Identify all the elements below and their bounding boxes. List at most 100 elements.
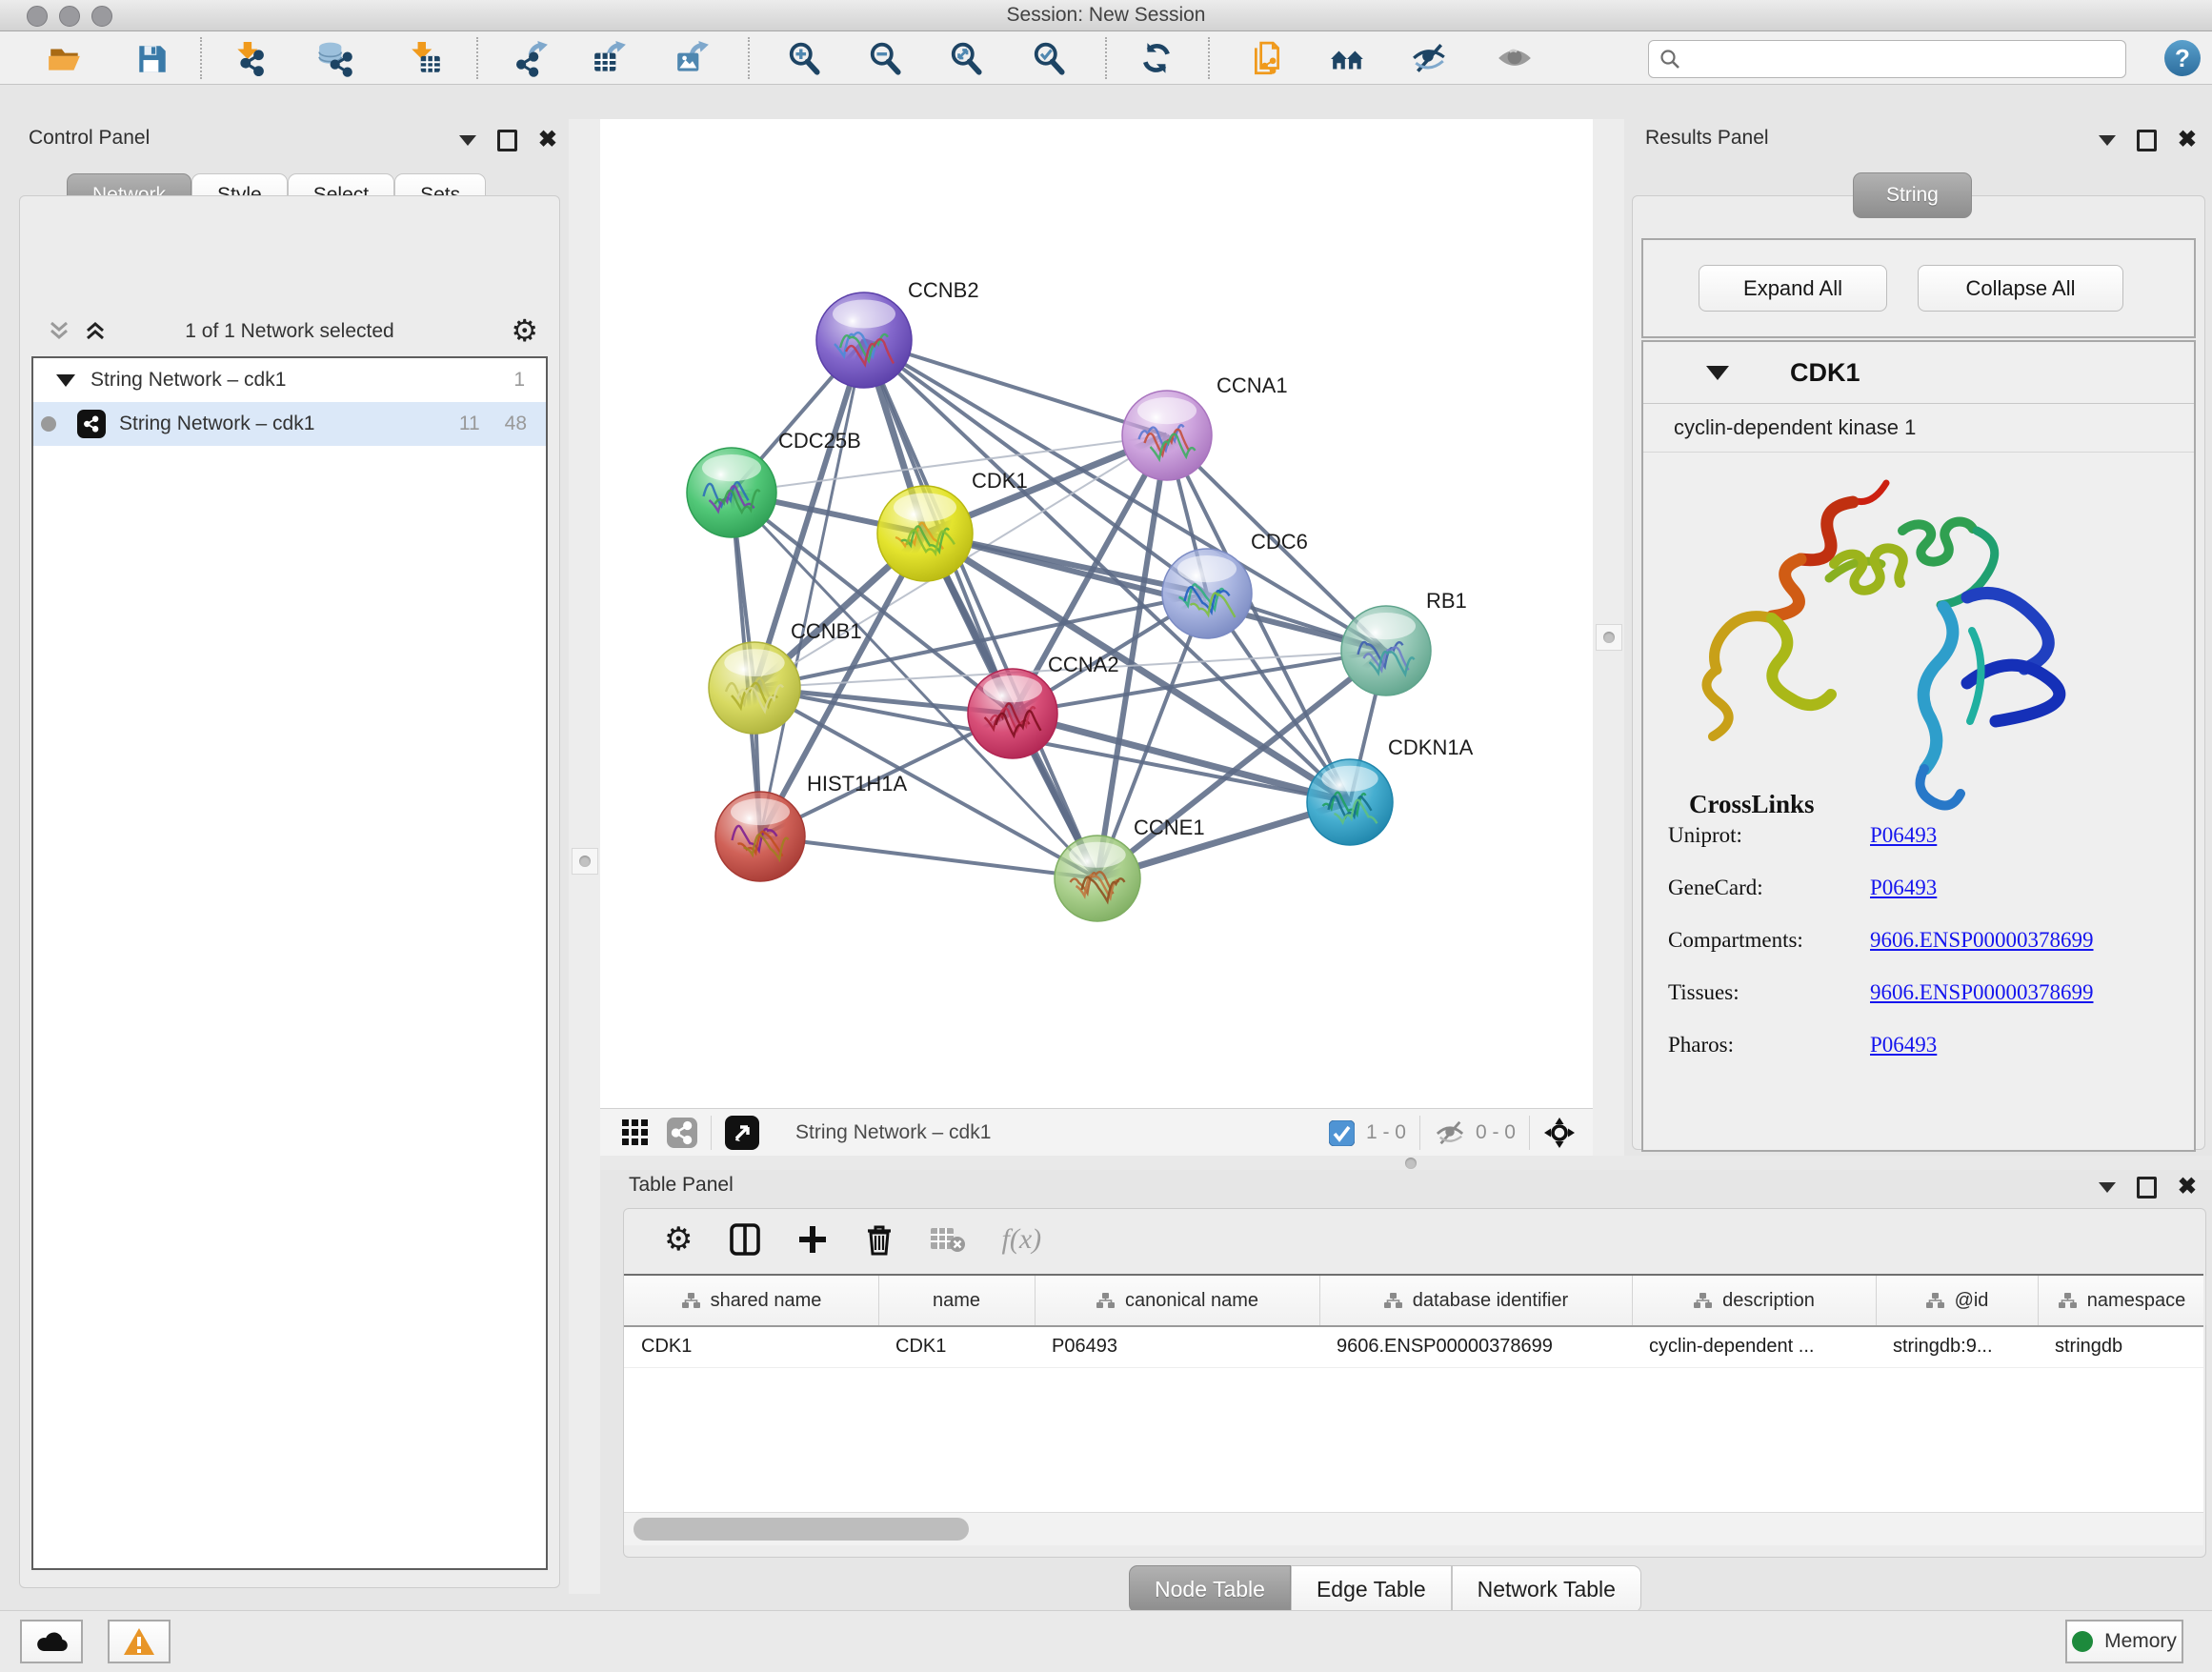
network-options-gear-icon[interactable]: ⚙	[511, 312, 538, 349]
cell-namespace[interactable]: stringdb	[2038, 1325, 2205, 1367]
left-splitter[interactable]	[569, 119, 600, 1594]
cell-name[interactable]: CDK1	[878, 1325, 1035, 1367]
add-column-icon[interactable]	[797, 1224, 828, 1255]
zoom-out-button[interactable]	[861, 39, 911, 79]
node-RB1[interactable]: RB1	[1341, 589, 1467, 695]
network-graph[interactable]: CCNB2CCNA1CDC25BCDK1CDC6RB1CCNB1CCNA2CDK…	[600, 119, 1593, 1108]
column-header-description[interactable]: description	[1632, 1276, 1877, 1325]
cell-database-identifier[interactable]: 9606.ENSP00000378699	[1319, 1325, 1632, 1367]
zoom-in-button[interactable]	[780, 39, 830, 79]
expand-all-button[interactable]: Expand All	[1699, 265, 1887, 312]
zoom-selected-button[interactable]	[1025, 39, 1075, 79]
selected-checkbox-icon[interactable]	[1329, 1120, 1355, 1146]
results-panel-menu-icon[interactable]	[2099, 135, 2116, 146]
network-row-selected[interactable]: String Network – cdk1 11 48	[33, 402, 546, 446]
show-columns-icon[interactable]	[729, 1223, 761, 1256]
edge-HIST1H1A-CCNE1[interactable]	[760, 836, 1097, 878]
string-documents-button[interactable]	[1242, 39, 1292, 79]
column-header-namespace[interactable]: namespace	[2038, 1276, 2206, 1325]
horizontal-splitter-handle[interactable]	[1405, 1158, 1417, 1169]
table-scrollbar-thumb[interactable]	[633, 1518, 969, 1541]
node-CCNB1[interactable]: CCNB1	[709, 619, 862, 734]
node-CDKN1A[interactable]: CDKN1A	[1307, 735, 1474, 845]
column-header-database-identifier[interactable]: database identifier	[1319, 1276, 1633, 1325]
memory-button[interactable]: Memory	[2065, 1620, 2183, 1663]
node-CCNB2[interactable]: CCNB2	[816, 278, 979, 388]
crosslink-row: Tissues:9606.ENSP00000378699	[1668, 980, 2094, 1005]
cell-@id[interactable]: stringdb:9...	[1876, 1325, 2038, 1367]
table-panel-menu-icon[interactable]	[2099, 1182, 2116, 1193]
table-horizontal-scrollbar[interactable]	[624, 1512, 2203, 1545]
cell-canonical-name[interactable]: P06493	[1035, 1325, 1319, 1367]
export-table-button[interactable]	[585, 39, 634, 79]
column-header-@id[interactable]: @id	[1876, 1276, 2039, 1325]
column-header-canonical-name[interactable]: canonical name	[1035, 1276, 1320, 1325]
fit-selected-crosshair-icon[interactable]	[1543, 1117, 1576, 1149]
edge-CDK1-RB1[interactable]	[925, 534, 1386, 651]
node-CDK1[interactable]: CDK1	[877, 469, 1028, 581]
hidden-count: 0 - 0	[1476, 1121, 1516, 1144]
crosslink-value-link[interactable]: 9606.ENSP00000378699	[1870, 980, 2094, 1004]
import-network-database-button[interactable]	[311, 39, 360, 79]
crosslink-value-link[interactable]: P06493	[1870, 1033, 1937, 1057]
tab-network-table[interactable]: Network Table	[1452, 1565, 1641, 1613]
right-splitter[interactable]	[1593, 119, 1624, 1156]
table-panel-close-icon[interactable]: ✖	[2178, 1176, 2197, 1199]
control-panel-menu-icon[interactable]	[459, 135, 476, 146]
table-panel-float-icon[interactable]	[2137, 1177, 2157, 1199]
tab-string[interactable]: String	[1853, 172, 1972, 218]
open-in-browser-icon[interactable]	[725, 1116, 759, 1150]
show-labels-button[interactable]	[1490, 39, 1539, 79]
fit-content-button[interactable]	[942, 39, 992, 79]
crosslink-value-link[interactable]: P06493	[1870, 876, 1937, 899]
node-CCNA1[interactable]: CCNA1	[1122, 373, 1288, 480]
collection-expand-icon[interactable]	[56, 374, 75, 387]
function-builder-icon[interactable]: f(x)	[1001, 1223, 1041, 1256]
tab-edge-table[interactable]: Edge Table	[1291, 1565, 1452, 1613]
edge-CCNB2-CCNE1[interactable]	[864, 340, 1097, 878]
table-row[interactable]: CDK1CDK1P064939606.ENSP00000378699cyclin…	[624, 1325, 2203, 1368]
table-settings-gear-icon[interactable]: ⚙	[664, 1220, 693, 1259]
search-box[interactable]	[1648, 40, 2126, 78]
network-collection-row[interactable]: String Network – cdk1 1	[33, 358, 546, 402]
crosslink-value-link[interactable]: 9606.ENSP00000378699	[1870, 928, 2094, 952]
column-header-name[interactable]: name	[878, 1276, 1036, 1325]
delete-column-trash-icon[interactable]	[864, 1223, 895, 1256]
gene-section-header[interactable]: CDK1	[1643, 342, 2194, 404]
string-view-icon[interactable]	[667, 1118, 697, 1148]
cell-description[interactable]: cyclin-dependent ...	[1632, 1325, 1876, 1367]
crosslink-value-link[interactable]: P06493	[1870, 823, 1937, 847]
cell-shared-name[interactable]: CDK1	[624, 1325, 878, 1367]
save-session-button[interactable]	[128, 39, 177, 79]
import-network-file-button[interactable]	[225, 39, 274, 79]
results-panel-close-icon[interactable]: ✖	[2178, 129, 2197, 151]
delete-table-icon[interactable]	[931, 1226, 965, 1253]
collapse-all-button[interactable]: Collapse All	[1918, 265, 2123, 312]
help-button[interactable]: ?	[2164, 40, 2201, 76]
hidden-eye-slash-icon[interactable]	[1434, 1118, 1466, 1147]
edge-CCNB2-HIST1H1A[interactable]	[760, 340, 864, 836]
column-header-shared-name[interactable]: shared name	[624, 1276, 879, 1325]
node-HIST1H1A[interactable]: HIST1H1A	[715, 772, 907, 881]
open-session-button[interactable]	[40, 39, 90, 79]
right-splitter-handle[interactable]	[1596, 624, 1622, 651]
horizontal-splitter[interactable]	[600, 1156, 2212, 1170]
control-panel-float-icon[interactable]	[497, 130, 517, 151]
network-canvas[interactable]: CCNB2CCNA1CDC25BCDK1CDC6RB1CCNB1CCNA2CDK…	[600, 119, 1593, 1108]
results-panel-float-icon[interactable]	[2137, 130, 2157, 151]
tab-node-table[interactable]: Node Table	[1129, 1565, 1291, 1613]
export-image-button[interactable]	[668, 39, 717, 79]
export-network-button[interactable]	[507, 39, 556, 79]
search-input[interactable]	[1691, 48, 2125, 71]
import-table-file-button[interactable]	[401, 39, 451, 79]
gene-collapse-icon[interactable]	[1706, 366, 1729, 380]
hide-glass-effect-button[interactable]	[1404, 39, 1454, 79]
left-splitter-handle[interactable]	[572, 848, 598, 875]
warning-status-button[interactable]	[108, 1620, 171, 1663]
apply-layout-button[interactable]	[1133, 39, 1182, 79]
cloud-status-button[interactable]	[20, 1620, 83, 1663]
node-CDC6[interactable]: CDC6	[1162, 530, 1308, 638]
string-home-button[interactable]	[1323, 39, 1373, 79]
grid-view-icon[interactable]	[621, 1118, 650, 1147]
control-panel-close-icon[interactable]: ✖	[538, 129, 557, 151]
